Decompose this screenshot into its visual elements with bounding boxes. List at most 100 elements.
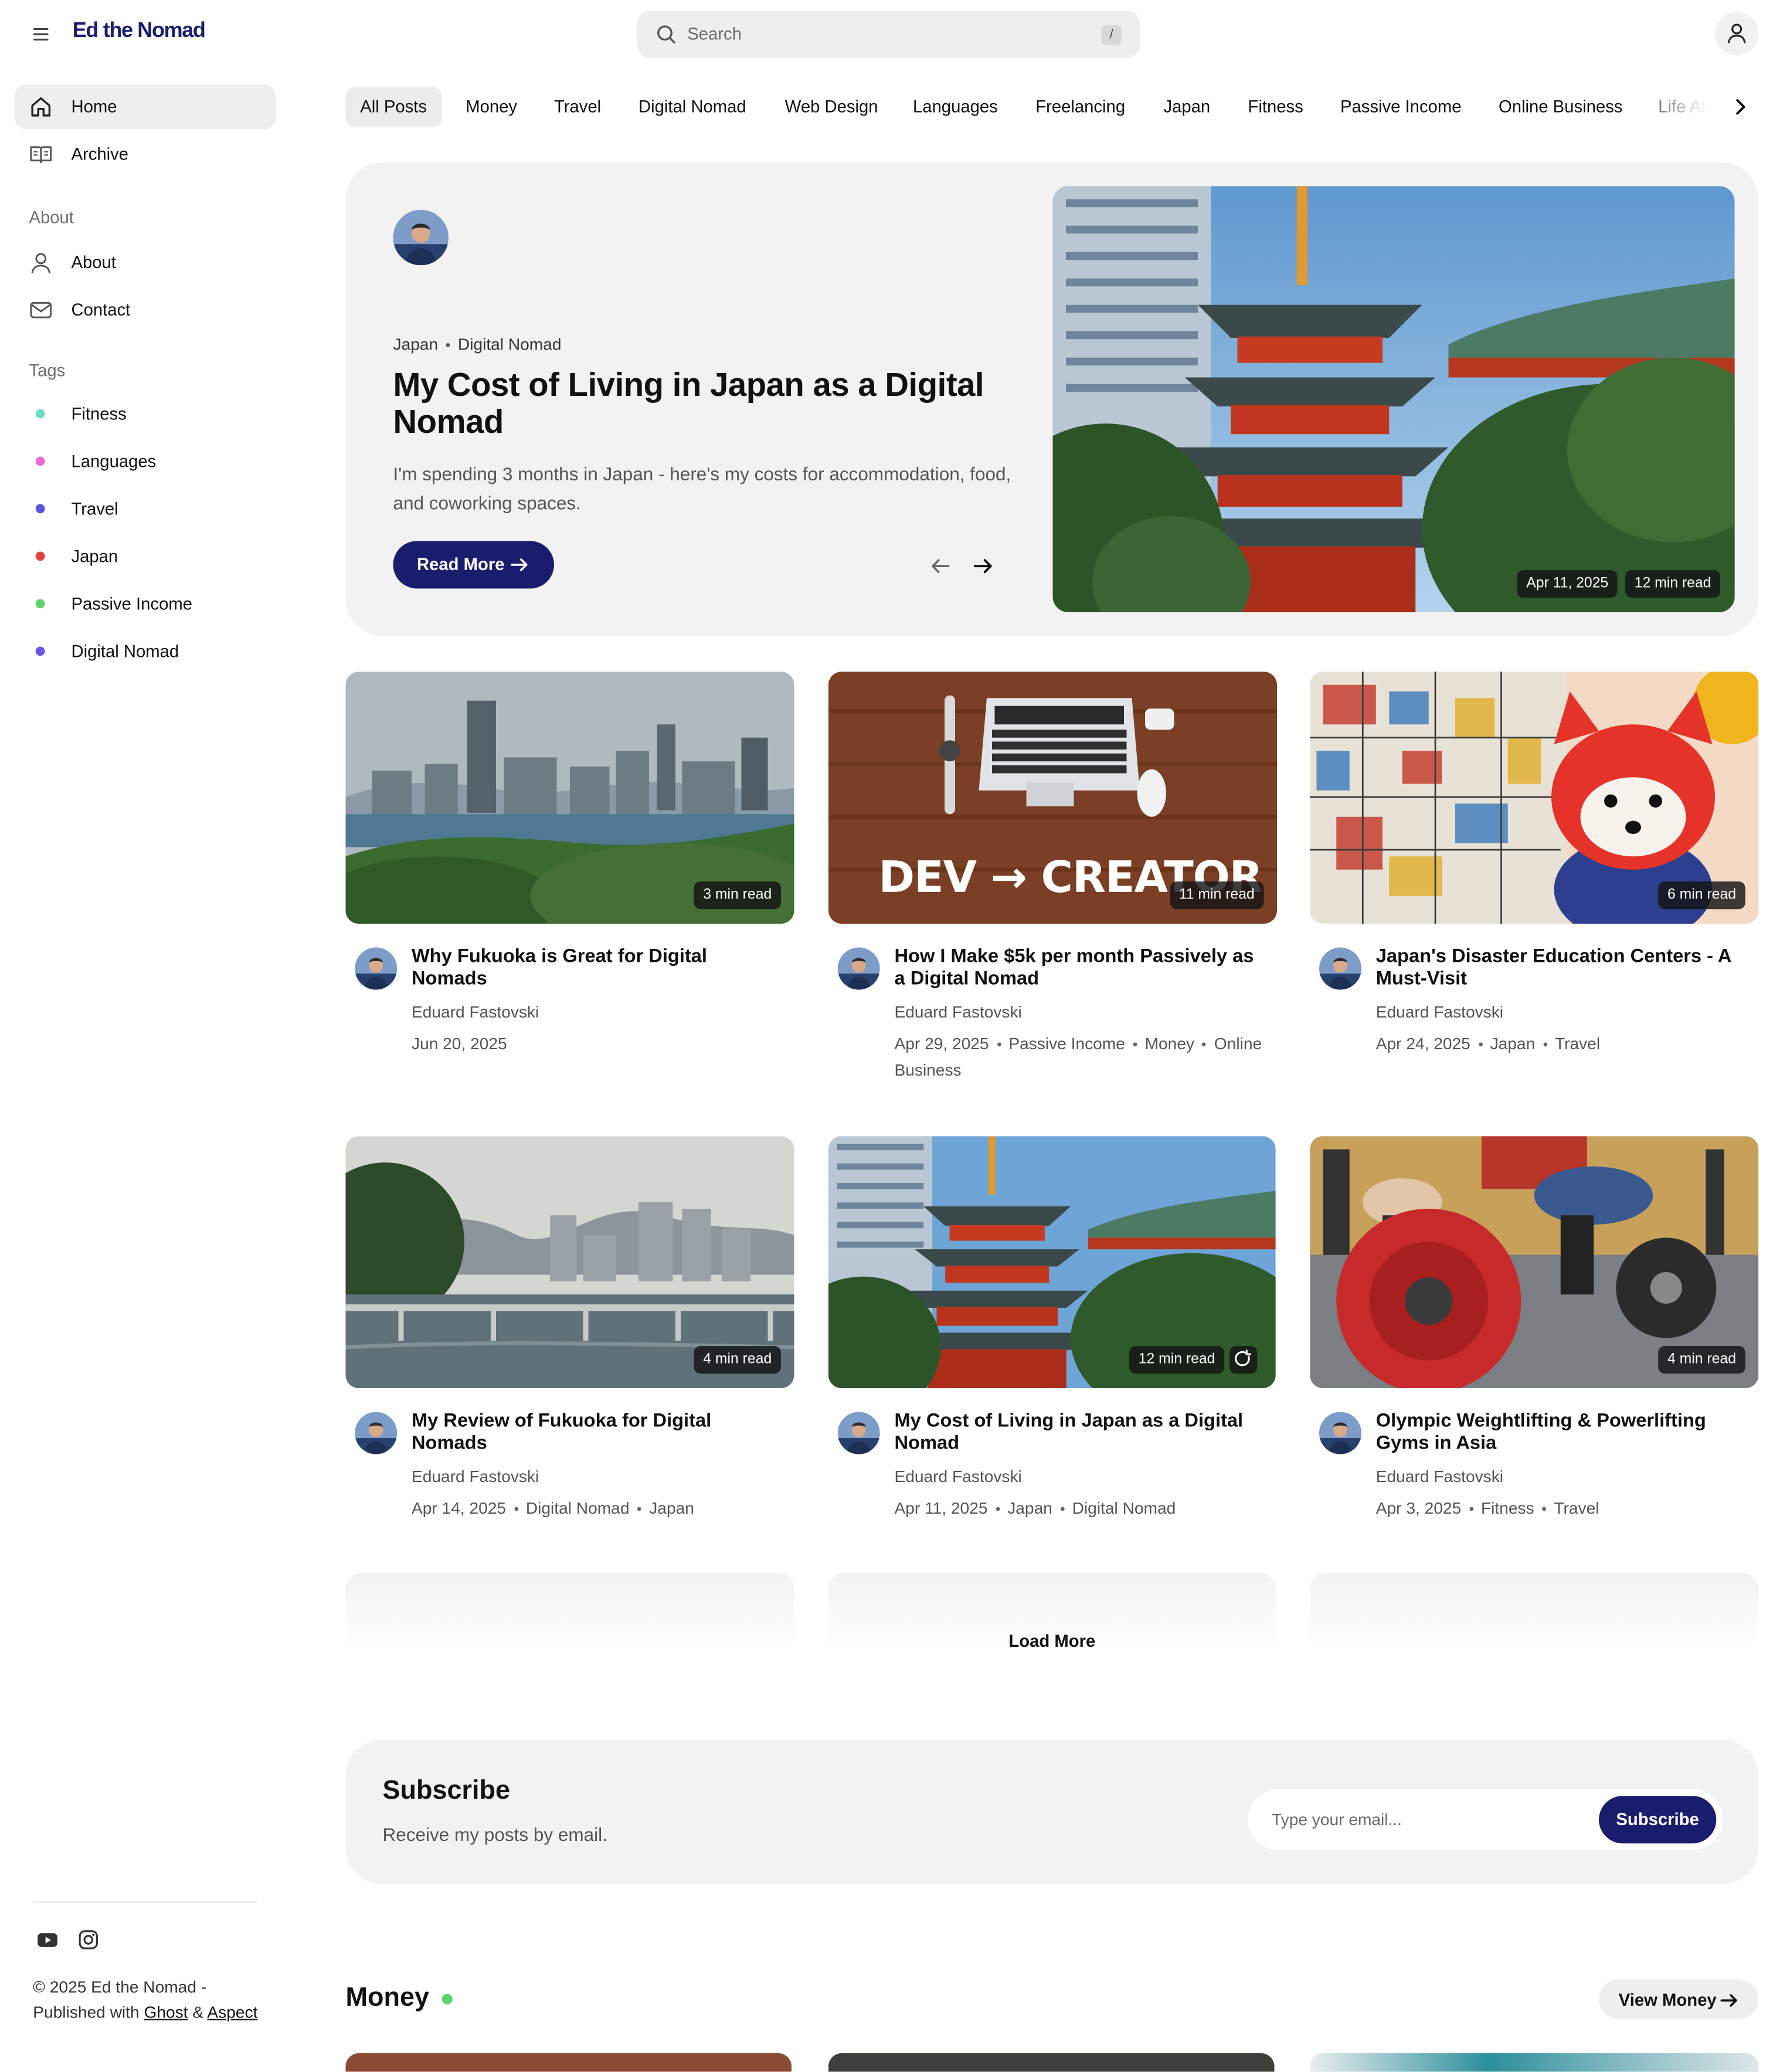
- sidebar-tag-travel[interactable]: Travel: [15, 491, 276, 525]
- post-image[interactable]: [828, 2053, 1275, 2072]
- post-author[interactable]: Eduard Fastovski: [412, 1003, 539, 1022]
- tab-life-abroad[interactable]: Life Abroad: [1644, 87, 1717, 127]
- post-tag[interactable]: Digital Nomad: [1072, 1499, 1176, 1518]
- search-shortcut-key: /: [1101, 25, 1122, 45]
- post-tag[interactable]: Money: [1145, 1035, 1194, 1053]
- home-icon: [31, 97, 51, 117]
- separator-dot: [637, 1507, 641, 1511]
- post-title[interactable]: Olympic Weightlifting & Powerlifting Gym…: [1376, 1410, 1745, 1456]
- search-bar[interactable]: Search /: [637, 11, 1140, 58]
- post-image[interactable]: [1310, 2053, 1759, 2072]
- author-avatar[interactable]: [355, 1412, 398, 1454]
- post-meta: Apr 24, 2025 Japan Travel: [1376, 1030, 1752, 1057]
- sidebar-tag-languages[interactable]: Languages: [15, 443, 276, 478]
- post-author[interactable]: Eduard Fastovski: [1376, 1003, 1503, 1022]
- subscribe-button[interactable]: Subscribe: [1599, 1796, 1717, 1844]
- sidebar-item-home[interactable]: Home: [14, 84, 276, 130]
- read-more-button[interactable]: Read More: [393, 541, 554, 589]
- tab-fitness[interactable]: Fitness: [1234, 87, 1318, 127]
- sidebar-item-about[interactable]: About: [15, 240, 276, 286]
- load-more-button[interactable]: Load More: [976, 1631, 1128, 1657]
- author-avatar[interactable]: [393, 209, 449, 266]
- section-color-dot: [441, 1993, 453, 2005]
- post-author[interactable]: Eduard Fastovski: [895, 1003, 1022, 1022]
- sidebar-item-label: Contact: [71, 299, 131, 320]
- author-avatar[interactable]: [1319, 1412, 1361, 1454]
- post-image[interactable]: 3 min read: [345, 672, 794, 924]
- tab-online-business[interactable]: Online Business: [1484, 87, 1637, 127]
- sidebar-tag-passive-income[interactable]: Passive Income: [15, 586, 276, 620]
- sidebar-about-heading: About: [29, 207, 74, 227]
- user-icon: [1728, 23, 1746, 43]
- read-time-badge: 4 min read: [1658, 1346, 1745, 1374]
- post-author[interactable]: Eduard Fastovski: [1376, 1467, 1503, 1486]
- post-author[interactable]: Eduard Fastovski: [895, 1467, 1022, 1486]
- sidebar-tag-fitness[interactable]: Fitness: [15, 396, 276, 430]
- arrow-left-icon[interactable]: [926, 554, 956, 578]
- author-avatar[interactable]: [355, 947, 398, 990]
- tab-languages[interactable]: Languages: [898, 87, 1012, 127]
- author-avatar[interactable]: [837, 1412, 880, 1454]
- post-image[interactable]: 12 min read: [828, 1136, 1276, 1388]
- refresh-icon[interactable]: [1229, 1346, 1258, 1374]
- author-avatar[interactable]: [1319, 947, 1361, 990]
- account-button[interactable]: [1715, 12, 1759, 56]
- post-tag[interactable]: Digital Nomad: [526, 1499, 630, 1518]
- view-money-button[interactable]: View Money: [1599, 1979, 1759, 2019]
- post-date: Apr 14, 2025: [412, 1499, 507, 1518]
- tag-link[interactable]: Digital Nomad: [458, 335, 562, 354]
- tag-link[interactable]: Japan: [393, 335, 439, 354]
- post-tag[interactable]: Travel: [1554, 1499, 1599, 1518]
- post-image[interactable]: [345, 2053, 792, 2072]
- post-author[interactable]: Eduard Fastovski: [412, 1467, 539, 1486]
- post-tag[interactable]: Japan: [649, 1499, 694, 1518]
- post-image[interactable]: 4 min read: [1310, 1136, 1759, 1388]
- menu-icon[interactable]: [29, 24, 53, 45]
- book-icon: [30, 146, 52, 164]
- site-logo[interactable]: Ed the Nomad: [73, 20, 206, 44]
- featured-post: Japan Digital Nomad My Cost of Living in …: [345, 162, 1759, 636]
- post-tag[interactable]: Japan: [1490, 1035, 1536, 1053]
- post-image[interactable]: 4 min read: [345, 1136, 794, 1388]
- chevron-right-icon[interactable]: [1726, 93, 1755, 122]
- post-title[interactable]: Japan's Disaster Education Centers - A M…: [1376, 946, 1745, 991]
- tab-money[interactable]: Money: [451, 87, 532, 127]
- post-image[interactable]: DEV → CREATOR 11 min read: [828, 672, 1277, 924]
- sidebar-item-archive[interactable]: Archive: [15, 132, 276, 177]
- ghost-link[interactable]: Ghost: [144, 2003, 188, 2022]
- post-image[interactable]: 6 min read: [1310, 672, 1759, 924]
- tab-web-design[interactable]: Web Design: [770, 87, 892, 127]
- post-title[interactable]: My Cost of Living in Japan as a Digital …: [895, 1410, 1264, 1456]
- post-title[interactable]: My Review of Fukuoka for Digital Nomads: [412, 1410, 781, 1456]
- tab-freelancing[interactable]: Freelancing: [1021, 87, 1140, 127]
- aspect-link[interactable]: Aspect: [207, 2003, 257, 2022]
- email-field[interactable]: [1248, 1789, 1591, 1850]
- post-title[interactable]: How I Make $5k per month Passively as a …: [895, 946, 1264, 991]
- featured-post-image[interactable]: Apr 11, 2025 12 min read: [1052, 186, 1735, 612]
- tab-passive-income[interactable]: Passive Income: [1326, 87, 1476, 127]
- sidebar-tag-japan[interactable]: Japan: [15, 538, 276, 573]
- instagram-icon[interactable]: [77, 1928, 101, 1952]
- post-tag[interactable]: Passive Income: [1008, 1035, 1125, 1053]
- post-tag[interactable]: Fitness: [1481, 1499, 1534, 1518]
- tab-digital-nomad[interactable]: Digital Nomad: [624, 87, 760, 127]
- separator-dot: [997, 1042, 1001, 1047]
- author-avatar[interactable]: [837, 947, 880, 990]
- user-icon: [31, 253, 50, 274]
- sidebar-divider: [33, 1901, 257, 1903]
- post-date-badge: Apr 11, 2025: [1517, 570, 1618, 598]
- youtube-icon[interactable]: [36, 1928, 60, 1952]
- tag-color-dot: [35, 409, 45, 419]
- post-tag[interactable]: Travel: [1555, 1035, 1600, 1053]
- sidebar-item-contact[interactable]: Contact: [15, 288, 276, 333]
- sidebar-tag-digital-nomad[interactable]: Digital Nomad: [15, 633, 276, 668]
- tab-travel[interactable]: Travel: [539, 87, 616, 127]
- arrow-right-icon[interactable]: [969, 554, 998, 578]
- featured-post-title[interactable]: My Cost of Living in Japan as a Digital …: [393, 367, 1027, 441]
- read-time-badge: 3 min read: [694, 881, 781, 910]
- post-tag[interactable]: Japan: [1007, 1499, 1052, 1518]
- separator-dot: [514, 1507, 518, 1511]
- post-title[interactable]: Why Fukuoka is Great for Digital Nomads: [412, 946, 781, 991]
- tab-japan[interactable]: Japan: [1149, 87, 1225, 127]
- tab-all-posts[interactable]: All Posts: [345, 87, 441, 127]
